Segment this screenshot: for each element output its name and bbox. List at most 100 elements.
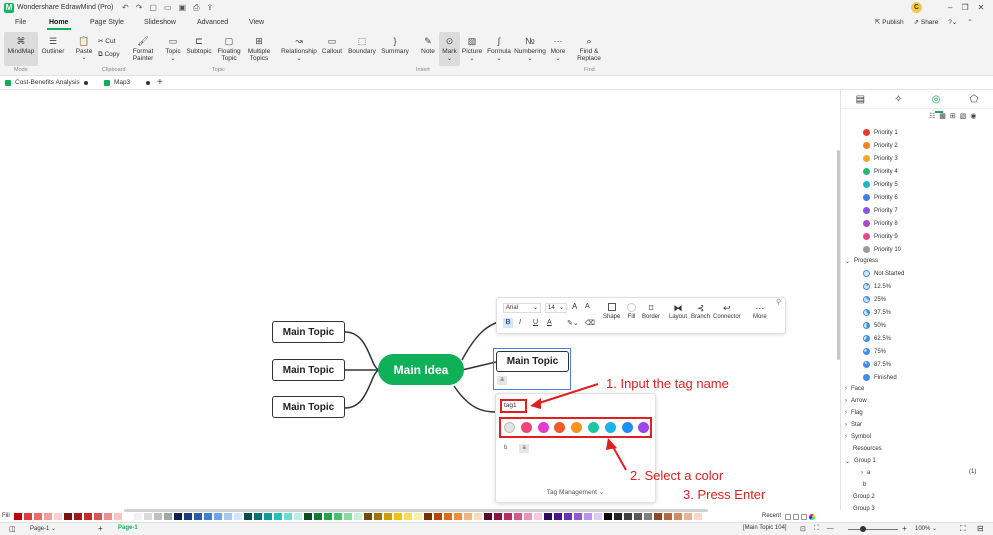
- open-icon[interactable]: ▭: [164, 3, 172, 13]
- multiple-topics-button[interactable]: ⊞ Multiple Topics: [245, 36, 273, 62]
- close-icon[interactable]: ✕: [978, 3, 985, 12]
- recent-swatch[interactable]: [801, 514, 807, 520]
- palette-swatch[interactable]: [634, 513, 642, 520]
- progress-item[interactable]: Not Started: [863, 267, 904, 280]
- horizontal-scrollbar[interactable]: [124, 509, 708, 512]
- palette-swatch[interactable]: [84, 513, 92, 520]
- user-avatar[interactable]: C: [911, 2, 922, 13]
- palette-swatch[interactable]: [534, 513, 542, 520]
- menu-advanced[interactable]: Advanced: [197, 19, 228, 26]
- more-button[interactable]: ⋯ More ⌄: [548, 36, 568, 62]
- page-layout-icon[interactable]: ◫: [9, 525, 16, 533]
- palette-swatch[interactable]: [444, 513, 452, 520]
- palette-swatch[interactable]: [234, 513, 242, 520]
- menu-view[interactable]: View: [249, 19, 264, 26]
- palette-swatch[interactable]: [174, 513, 182, 520]
- find-replace-button[interactable]: ⌕ Find & Replace: [574, 36, 604, 62]
- priority-item[interactable]: Priority 1: [863, 126, 901, 139]
- palette-swatch[interactable]: [684, 513, 692, 520]
- palette-swatch[interactable]: [454, 513, 462, 520]
- fit-page-icon[interactable]: ⊡: [800, 525, 806, 533]
- zoom-out-icon[interactable]: —: [827, 525, 834, 533]
- palette-swatch[interactable]: [674, 513, 682, 520]
- group3-item[interactable]: Group 3: [853, 503, 875, 515]
- ai-panel-icon[interactable]: ✧: [894, 94, 902, 105]
- palette-swatch[interactable]: [24, 513, 32, 520]
- zoom-in-icon[interactable]: +: [902, 524, 907, 533]
- palette-swatch[interactable]: [654, 513, 662, 520]
- palette-swatch[interactable]: [274, 513, 282, 520]
- group1-item-a[interactable]: › a: [861, 467, 870, 479]
- palette-swatch[interactable]: [164, 513, 172, 520]
- grid-view-icon[interactable]: ▦: [939, 112, 946, 120]
- note-button[interactable]: ✎ Note: [418, 36, 438, 55]
- palette-swatch[interactable]: [264, 513, 272, 520]
- palette-swatch[interactable]: [624, 513, 632, 520]
- palette-swatch[interactable]: [544, 513, 552, 520]
- publish-button[interactable]: ⇱ Publish: [875, 18, 904, 26]
- priority-item[interactable]: Priority 5: [863, 178, 901, 191]
- palette-swatch[interactable]: [514, 513, 522, 520]
- palette-swatch[interactable]: [644, 513, 652, 520]
- view-icon[interactable]: ◉: [970, 112, 976, 120]
- palette-swatch[interactable]: [114, 513, 122, 520]
- save-icon[interactable]: ▣: [179, 3, 187, 13]
- paste-button[interactable]: 📋 Paste ⌄: [72, 36, 96, 62]
- palette-swatch[interactable]: [254, 513, 262, 520]
- menu-file[interactable]: File: [15, 19, 26, 26]
- mindmap-canvas[interactable]: Main Topic Main Topic Main Topic Main Id…: [0, 90, 840, 510]
- palette-swatch[interactable]: [154, 513, 162, 520]
- page-select[interactable]: Page-1 ⌄: [30, 525, 56, 532]
- zoom-slider-thumb[interactable]: [860, 526, 866, 532]
- progress-section[interactable]: ⌄ Progress: [845, 255, 878, 267]
- mark-section[interactable]: › Flag: [845, 407, 882, 419]
- palette-swatch[interactable]: [464, 513, 472, 520]
- format-panel-icon[interactable]: ▤: [856, 94, 865, 105]
- palette-swatch[interactable]: [504, 513, 512, 520]
- group1-item-b[interactable]: b: [863, 479, 866, 491]
- palette-swatch[interactable]: [404, 513, 412, 520]
- palette-swatch[interactable]: [34, 513, 42, 520]
- palette-swatch[interactable]: [44, 513, 52, 520]
- mark-button[interactable]: ⊙ Mark ⌄: [439, 36, 460, 62]
- progress-item[interactable]: 87.5%: [863, 358, 904, 371]
- palette-swatch[interactable]: [584, 513, 592, 520]
- palette-swatch[interactable]: [554, 513, 562, 520]
- maximize-icon[interactable]: ❐: [961, 3, 968, 12]
- palette-swatch[interactable]: [384, 513, 392, 520]
- priority-item[interactable]: Priority 2: [863, 139, 901, 152]
- progress-item[interactable]: 25%: [863, 293, 904, 306]
- copy-button[interactable]: ⧉ Copy: [98, 51, 120, 59]
- palette-swatch[interactable]: [604, 513, 612, 520]
- palette-swatch[interactable]: [214, 513, 222, 520]
- progress-item[interactable]: 62.5%: [863, 332, 904, 345]
- palette-swatch[interactable]: [64, 513, 72, 520]
- mark-section[interactable]: Resources: [845, 443, 882, 455]
- mark-section[interactable]: › Symbol: [845, 431, 882, 443]
- priority-item[interactable]: Priority 8: [863, 217, 901, 230]
- group1-section[interactable]: ⌄ Group 1: [845, 455, 876, 467]
- priority-item[interactable]: Priority 6: [863, 191, 901, 204]
- export-icon[interactable]: ⇪: [207, 3, 214, 13]
- list-view-icon[interactable]: ☷: [929, 112, 935, 120]
- palette-swatch[interactable]: [314, 513, 322, 520]
- palette-swatch[interactable]: [204, 513, 212, 520]
- palette-swatch[interactable]: [324, 513, 332, 520]
- palette-swatch[interactable]: [564, 513, 572, 520]
- palette-swatch[interactable]: [104, 513, 112, 520]
- recent-swatch[interactable]: [793, 514, 799, 520]
- callout-button[interactable]: ▭ Callout: [319, 36, 345, 55]
- palette-swatch[interactable]: [414, 513, 422, 520]
- progress-item[interactable]: 37.5%: [863, 306, 904, 319]
- cut-button[interactable]: ✂ Cut: [98, 37, 115, 45]
- palette-swatch[interactable]: [424, 513, 432, 520]
- add-page-icon[interactable]: +: [98, 524, 103, 533]
- palette-swatch[interactable]: [594, 513, 602, 520]
- theme-panel-icon[interactable]: ⬠: [970, 94, 979, 105]
- collapse-ribbon-icon[interactable]: ⌃: [967, 18, 972, 26]
- subtopic-button[interactable]: ⊏ Subtopic: [185, 36, 213, 55]
- palette-swatch[interactable]: [144, 513, 152, 520]
- palette-swatch[interactable]: [304, 513, 312, 520]
- new-icon[interactable]: ▢: [149, 3, 157, 13]
- palette-swatch[interactable]: [124, 513, 132, 520]
